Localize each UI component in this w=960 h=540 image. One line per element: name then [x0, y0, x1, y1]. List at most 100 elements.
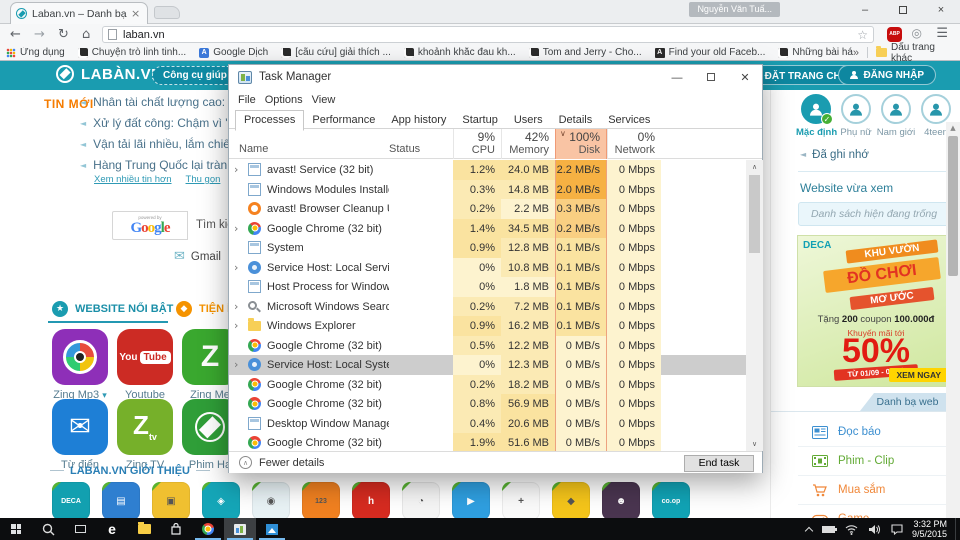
- deca-ad-banner[interactable]: DECA KHU VƯỜN ĐỒ CHƠI MƠ ƯỚC Tặng 200 co…: [797, 235, 953, 387]
- action-center-button[interactable]: [891, 523, 903, 535]
- scrollbar-thumb[interactable]: [749, 175, 760, 253]
- show-desktop-button[interactable]: [955, 518, 960, 540]
- process-row[interactable]: › Google Chrome (32 bit) 1.4% 34.5 MB 0.2 MB…: [229, 218, 746, 239]
- process-list-scrollbar[interactable]: ∧ ∨: [746, 160, 763, 451]
- site-logo[interactable]: LABÀN.VN: [56, 65, 163, 83]
- process-row[interactable]: › avast! Service (32 bit) 1.2% 24.0 MB 2.2 M…: [229, 160, 746, 180]
- process-row[interactable]: Google Chrome (32 bit) 0.8% 56.9 MB 0 MB/s 0…: [229, 394, 746, 414]
- intro-tile[interactable]: ◔: [402, 482, 440, 518]
- profile-option[interactable]: Nam giới: [876, 94, 916, 138]
- tab-featured-websites[interactable]: ★ WEBSITE NỔI BẬT: [52, 301, 173, 317]
- volume-indicator[interactable]: [868, 524, 881, 535]
- intro-tile[interactable]: ☻: [602, 482, 640, 518]
- store-button[interactable]: [160, 518, 192, 540]
- process-row[interactable]: › Service Host: Local Service (Net... 0%10…: [229, 257, 746, 278]
- battery-indicator[interactable]: [821, 525, 837, 533]
- menu-view[interactable]: View: [312, 91, 336, 109]
- bookmark-item[interactable]: Ứng dụng: [6, 47, 65, 58]
- news-item[interactable]: ◄ Hàng Trung Quốc lại tràn: [80, 158, 227, 172]
- tab-startup[interactable]: Startup: [454, 111, 505, 130]
- column-memory[interactable]: 42% Memory: [501, 129, 555, 159]
- task-manager-titlebar[interactable]: Task Manager — ✕: [229, 65, 762, 91]
- intro-tile[interactable]: DECA: [52, 482, 90, 518]
- ad-cta-button[interactable]: XEM NGAY: [889, 368, 948, 382]
- tab-performance[interactable]: Performance: [304, 111, 383, 130]
- profile-option[interactable]: Phụ nữ: [836, 94, 876, 138]
- back-icon[interactable]: ←: [10, 25, 21, 44]
- app-tile-zingmp3[interactable]: [52, 329, 108, 385]
- tm-maximize-button[interactable]: [694, 65, 728, 91]
- address-bar[interactable]: laban.vn ☆: [102, 26, 874, 43]
- tab-processes[interactable]: Processes: [235, 110, 305, 131]
- tm-close-button[interactable]: ✕: [728, 65, 762, 91]
- fewer-details-toggle[interactable]: ∧ Fewer details: [239, 456, 324, 469]
- scrollbar-thumb[interactable]: [948, 136, 958, 276]
- wifi-indicator[interactable]: [845, 524, 858, 535]
- browser-minimize-button[interactable]: –: [846, 0, 884, 20]
- chrome-taskbar-button[interactable]: [192, 518, 224, 540]
- column-status[interactable]: Status: [389, 143, 420, 155]
- intro-tile[interactable]: +: [502, 482, 540, 518]
- process-row[interactable]: Host Process for Windows Tasks 0%1.8 MB0.…: [229, 277, 746, 297]
- tab-app-history[interactable]: App history: [383, 111, 454, 130]
- end-task-button[interactable]: End task: [684, 455, 754, 472]
- expand-arrow-icon[interactable]: ›: [234, 160, 244, 180]
- process-row[interactable]: Windows Modules Installer Wor... 0.3%14.8…: [229, 179, 746, 200]
- bookmark-item[interactable]: Chuyện trò linh tinh...: [77, 47, 186, 58]
- expand-arrow-icon[interactable]: ›: [234, 258, 244, 278]
- profile-option[interactable]: ✓ Mặc định: [796, 94, 837, 138]
- directory-item-game[interactable]: Game: [798, 505, 954, 518]
- menu-file[interactable]: File: [238, 91, 256, 109]
- tab-close-icon[interactable]: ×: [131, 7, 140, 20]
- tab-services[interactable]: Services: [600, 111, 658, 130]
- scroll-up-icon[interactable]: ▲: [946, 122, 960, 135]
- intro-tile[interactable]: ▶: [452, 482, 490, 518]
- tm-minimize-button[interactable]: —: [660, 65, 694, 91]
- extension-icon[interactable]: ◎: [912, 26, 922, 40]
- taskbar-search-button[interactable]: [32, 518, 64, 540]
- expand-arrow-icon[interactable]: ›: [234, 355, 244, 375]
- google-search-widget[interactable]: powered by Google: [112, 211, 188, 240]
- process-row[interactable]: Google Chrome (32 bit) 0.2% 18.2 MB 0 MB/s 0…: [229, 374, 746, 395]
- scroll-down-icon[interactable]: ∨: [746, 437, 763, 451]
- tab-details[interactable]: Details: [551, 111, 601, 130]
- chrome-menu-icon[interactable]: ☰: [936, 26, 948, 41]
- news-item[interactable]: ◄ Xử lý đất công: Chậm vì 'l: [80, 116, 230, 130]
- process-row[interactable]: Desktop Window Manager 0.4% 20.6 MB 0 MB/s 0…: [229, 413, 746, 434]
- file-explorer-button[interactable]: [128, 518, 160, 540]
- process-row[interactable]: Google Chrome (32 bit) 0.5% 12.2 MB 0 MB/s 0…: [229, 335, 746, 356]
- process-row[interactable]: › Windows Explorer 0.9% 16.2 MB 0.1 MB/s 0 Mb…: [229, 316, 746, 336]
- bookmark-star-icon[interactable]: ☆: [857, 28, 868, 42]
- web-directory-tab[interactable]: Danh bạ web: [860, 393, 955, 411]
- bookmark-item[interactable]: khoảnh khắc đau kh...: [403, 47, 516, 58]
- bookmark-item[interactable]: Những bài hát nổi ti...: [778, 47, 853, 58]
- bookmarks-overflow-icon[interactable]: »: [853, 47, 859, 59]
- news-item[interactable]: ◄ Vận tải lãi nhiều, lắm chiế: [80, 137, 230, 151]
- column-name[interactable]: Name: [239, 143, 268, 155]
- forward-icon[interactable]: →: [34, 25, 45, 44]
- login-button[interactable]: ĐĂNG NHẬP: [838, 65, 936, 85]
- intro-tile[interactable]: h: [352, 482, 390, 518]
- news-more-link[interactable]: Xem nhiều tin hơn: [94, 174, 172, 185]
- task-view-button[interactable]: [64, 518, 96, 540]
- taskbar-clock[interactable]: 3:32 PM 9/5/2015: [912, 519, 947, 539]
- gmail-link[interactable]: ✉ Gmail: [174, 249, 221, 264]
- browser-tab[interactable]: Laban.vn – Danh bạ Intern ×: [10, 2, 148, 24]
- app-tile-zingtv[interactable]: Ztv: [117, 399, 173, 455]
- expand-arrow-icon[interactable]: ›: [234, 316, 244, 336]
- app-tile-tudien[interactable]: ✉: [52, 399, 108, 455]
- photos-taskbar-button[interactable]: [256, 518, 288, 540]
- start-button[interactable]: [0, 518, 32, 540]
- process-row[interactable]: Google Chrome (32 bit) 1.9% 51.6 MB 0 MB/s 0…: [229, 433, 746, 451]
- directory-item-cart[interactable]: Mua sắm: [798, 476, 954, 505]
- column-cpu[interactable]: 9% CPU: [453, 129, 501, 159]
- column-disk[interactable]: ∨ 100% Disk: [555, 129, 607, 159]
- remembered-link[interactable]: ◄ Đã ghi nhớ: [800, 149, 869, 161]
- directory-item-film[interactable]: Phim - Clip: [798, 447, 954, 476]
- page-scrollbar[interactable]: ▲ ▼: [946, 122, 960, 518]
- new-tab-button[interactable]: [154, 6, 180, 19]
- intro-tile[interactable]: ▣: [152, 482, 190, 518]
- bookmark-item[interactable]: A Find your old Faceb...: [654, 47, 765, 58]
- bookmark-item[interactable]: Tom and Jerry - Cho...: [528, 47, 642, 58]
- adblock-icon[interactable]: ABP: [887, 27, 902, 42]
